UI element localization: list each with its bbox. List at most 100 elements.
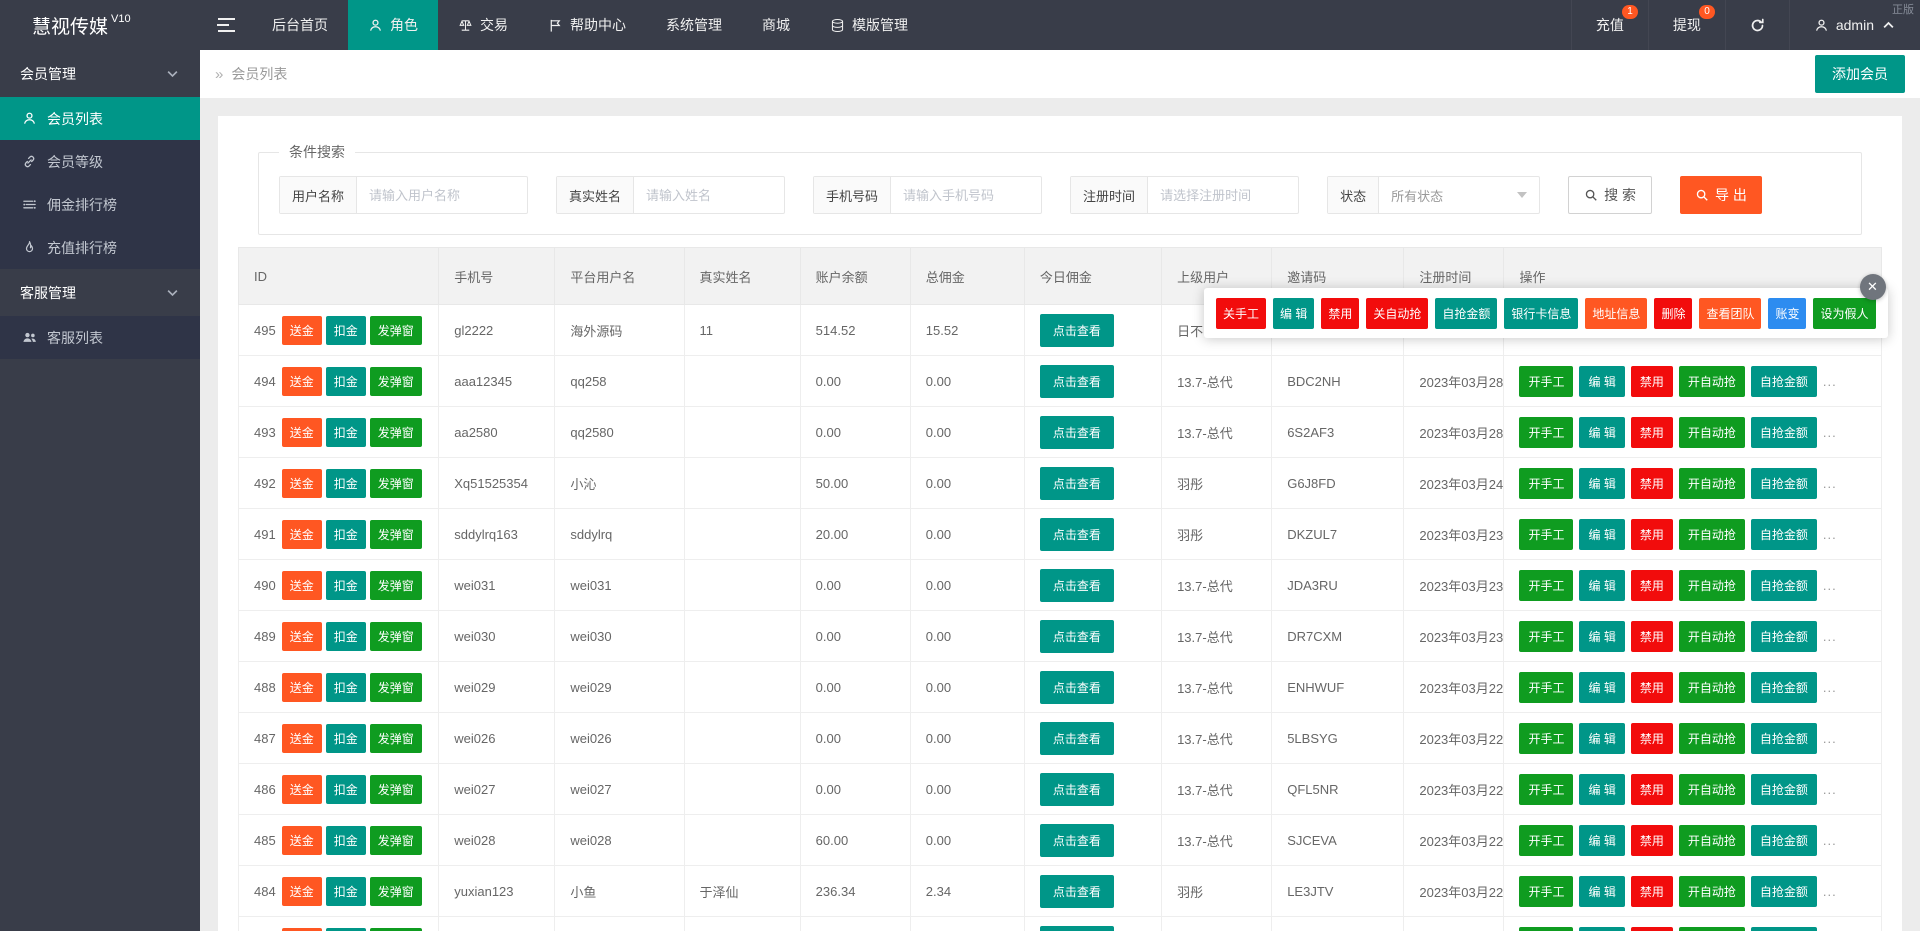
- action-button-自抢金额[interactable]: 自抢金额: [1751, 570, 1817, 601]
- action-button-禁用[interactable]: 禁用: [1631, 570, 1673, 601]
- close-icon[interactable]: ✕: [1860, 274, 1886, 300]
- action-button-开自动抢[interactable]: 开自动抢: [1679, 468, 1745, 499]
- view-today-commission-button[interactable]: 点击查看: [1040, 875, 1114, 908]
- action-button-开手工[interactable]: 开手工: [1519, 825, 1573, 856]
- row-button-发弹窗[interactable]: 发弹窗: [370, 826, 422, 855]
- field-input-手机号码[interactable]: [891, 177, 1041, 213]
- nav-item-系统管理[interactable]: 系统管理: [646, 0, 742, 50]
- row-button-扣金[interactable]: 扣金: [326, 316, 366, 345]
- row-button-扣金[interactable]: 扣金: [326, 775, 366, 804]
- action-button-禁用[interactable]: 禁用: [1631, 723, 1673, 754]
- nav-item-后台首页[interactable]: 后台首页: [252, 0, 348, 50]
- sidebar-item-客服列表[interactable]: 客服列表: [0, 316, 200, 359]
- popup-button-删除[interactable]: 删除: [1654, 298, 1692, 329]
- row-button-送金[interactable]: 送金: [282, 622, 322, 651]
- action-button-开自动抢[interactable]: 开自动抢: [1679, 366, 1745, 397]
- row-button-扣金[interactable]: 扣金: [326, 520, 366, 549]
- status-select[interactable]: 所有状态: [1379, 177, 1539, 213]
- view-today-commission-button[interactable]: 点击查看: [1040, 722, 1114, 755]
- nav-item-帮助中心[interactable]: 帮助中心: [528, 0, 646, 50]
- action-button-开自动抢[interactable]: 开自动抢: [1679, 876, 1745, 907]
- action-button-开手工[interactable]: 开手工: [1519, 876, 1573, 907]
- action-button-禁用[interactable]: 禁用: [1631, 519, 1673, 550]
- action-button-禁用[interactable]: 禁用: [1631, 621, 1673, 652]
- action-button-开自动抢[interactable]: 开自动抢: [1679, 927, 1745, 931]
- sidebar-item-充值排行榜[interactable]: 充值排行榜: [0, 226, 200, 269]
- view-today-commission-button[interactable]: 点击查看: [1040, 365, 1114, 398]
- action-button-开自动抢[interactable]: 开自动抢: [1679, 672, 1745, 703]
- popup-button-查看团队[interactable]: 查看团队: [1699, 298, 1761, 329]
- action-button-开自动抢[interactable]: 开自动抢: [1679, 570, 1745, 601]
- more-actions[interactable]: ...: [1823, 884, 1837, 899]
- popup-button-关自动抢[interactable]: 关自动抢: [1366, 298, 1428, 329]
- action-button-开自动抢[interactable]: 开自动抢: [1679, 621, 1745, 652]
- action-button-自抢金额[interactable]: 自抢金额: [1751, 621, 1817, 652]
- row-button-送金[interactable]: 送金: [282, 673, 322, 702]
- view-today-commission-button[interactable]: 点击查看: [1040, 518, 1114, 551]
- action-button-编辑[interactable]: 编 辑: [1579, 723, 1624, 754]
- field-input-注册时间[interactable]: [1148, 177, 1298, 213]
- action-button-禁用[interactable]: 禁用: [1631, 927, 1673, 931]
- action-button-编辑[interactable]: 编 辑: [1579, 825, 1624, 856]
- row-button-扣金[interactable]: 扣金: [326, 826, 366, 855]
- sidebar-group-会员管理[interactable]: 会员管理: [0, 50, 200, 97]
- row-button-发弹窗[interactable]: 发弹窗: [370, 775, 422, 804]
- action-button-编辑[interactable]: 编 辑: [1579, 417, 1624, 448]
- action-button-开手工[interactable]: 开手工: [1519, 672, 1573, 703]
- row-button-扣金[interactable]: 扣金: [326, 622, 366, 651]
- more-actions[interactable]: ...: [1823, 527, 1837, 542]
- view-today-commission-button[interactable]: 点击查看: [1040, 620, 1114, 653]
- row-button-送金[interactable]: 送金: [282, 724, 322, 753]
- popup-button-禁用[interactable]: 禁用: [1321, 298, 1359, 329]
- field-input-用户名称[interactable]: [357, 177, 527, 213]
- row-button-送金[interactable]: 送金: [282, 571, 322, 600]
- action-button-编辑[interactable]: 编 辑: [1579, 570, 1624, 601]
- more-actions[interactable]: ...: [1823, 476, 1837, 491]
- popup-button-账变[interactable]: 账变: [1768, 298, 1806, 329]
- action-button-自抢金额[interactable]: 自抢金额: [1751, 723, 1817, 754]
- popup-button-银行卡信息[interactable]: 银行卡信息: [1504, 298, 1578, 329]
- sidebar-group-客服管理[interactable]: 客服管理: [0, 269, 200, 316]
- row-button-送金[interactable]: 送金: [282, 316, 322, 345]
- row-button-发弹窗[interactable]: 发弹窗: [370, 928, 422, 931]
- action-button-开自动抢[interactable]: 开自动抢: [1679, 417, 1745, 448]
- popup-button-地址信息[interactable]: 地址信息: [1585, 298, 1647, 329]
- action-button-开手工[interactable]: 开手工: [1519, 774, 1573, 805]
- export-button[interactable]: 导 出: [1680, 176, 1762, 214]
- sidebar-item-会员列表[interactable]: 会员列表: [0, 97, 200, 140]
- action-button-自抢金额[interactable]: 自抢金额: [1751, 876, 1817, 907]
- recharge-button[interactable]: 充值 1: [1571, 0, 1648, 50]
- menu-toggle-icon[interactable]: [200, 0, 252, 50]
- action-button-自抢金额[interactable]: 自抢金额: [1751, 672, 1817, 703]
- row-button-发弹窗[interactable]: 发弹窗: [370, 316, 422, 345]
- view-today-commission-button[interactable]: 点击查看: [1040, 671, 1114, 704]
- row-button-扣金[interactable]: 扣金: [326, 367, 366, 396]
- view-today-commission-button[interactable]: 点击查看: [1040, 824, 1114, 857]
- view-today-commission-button[interactable]: 点击查看: [1040, 467, 1114, 500]
- action-button-编辑[interactable]: 编 辑: [1579, 468, 1624, 499]
- action-button-禁用[interactable]: 禁用: [1631, 417, 1673, 448]
- row-button-送金[interactable]: 送金: [282, 928, 322, 931]
- row-button-扣金[interactable]: 扣金: [326, 877, 366, 906]
- action-button-自抢金额[interactable]: 自抢金额: [1751, 825, 1817, 856]
- action-button-自抢金额[interactable]: 自抢金额: [1751, 468, 1817, 499]
- action-button-编辑[interactable]: 编 辑: [1579, 774, 1624, 805]
- nav-item-模版管理[interactable]: 模版管理: [810, 0, 928, 50]
- row-button-送金[interactable]: 送金: [282, 367, 322, 396]
- action-button-开自动抢[interactable]: 开自动抢: [1679, 774, 1745, 805]
- row-button-发弹窗[interactable]: 发弹窗: [370, 877, 422, 906]
- row-button-发弹窗[interactable]: 发弹窗: [370, 418, 422, 447]
- action-button-开自动抢[interactable]: 开自动抢: [1679, 723, 1745, 754]
- action-button-编辑[interactable]: 编 辑: [1579, 876, 1624, 907]
- view-today-commission-button[interactable]: 点击查看: [1040, 773, 1114, 806]
- row-button-扣金[interactable]: 扣金: [326, 928, 366, 931]
- action-button-开手工[interactable]: 开手工: [1519, 417, 1573, 448]
- action-button-开手工[interactable]: 开手工: [1519, 570, 1573, 601]
- row-button-扣金[interactable]: 扣金: [326, 571, 366, 600]
- more-actions[interactable]: ...: [1823, 578, 1837, 593]
- more-actions[interactable]: ...: [1823, 680, 1837, 695]
- action-button-编辑[interactable]: 编 辑: [1579, 366, 1624, 397]
- action-button-禁用[interactable]: 禁用: [1631, 825, 1673, 856]
- search-button[interactable]: 搜 索: [1568, 176, 1652, 214]
- view-today-commission-button[interactable]: 点击查看: [1040, 314, 1114, 347]
